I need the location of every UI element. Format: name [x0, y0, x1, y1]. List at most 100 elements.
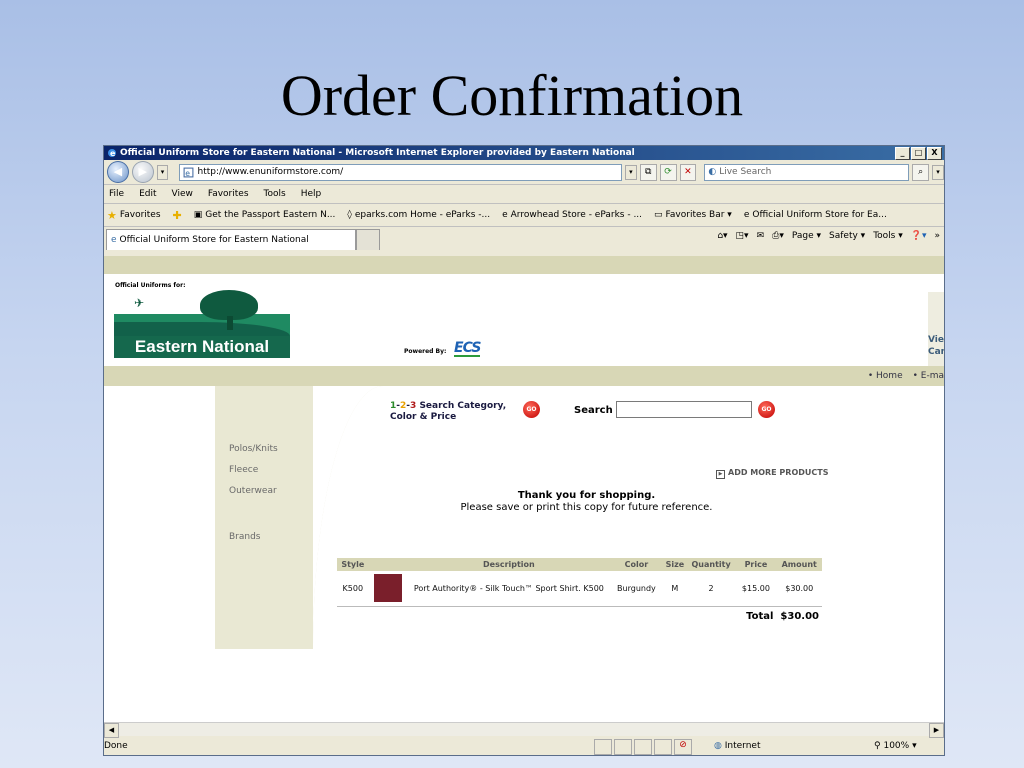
address-text: http://www.enuniformstore.com/	[197, 167, 344, 177]
ie-icon: e	[108, 149, 116, 158]
scroll-right-icon[interactable]: ▶	[929, 723, 944, 738]
favorite-label: Get the Passport Eastern N...	[205, 210, 336, 220]
svg-text:e: e	[110, 149, 116, 158]
new-tab-button[interactable]	[356, 228, 380, 250]
read-mail-icon[interactable]: ✉	[757, 231, 765, 241]
menu-bar: File Edit View Favorites Tools Help	[104, 185, 944, 204]
ecs-logo[interactable]: ECS	[454, 341, 481, 357]
right-edge-links[interactable]: Vie Car	[928, 334, 944, 358]
tab-uniform-store[interactable]: e Official Uniform Store for Eastern Nat…	[106, 228, 356, 250]
steps-line2: Color & Price	[390, 412, 457, 422]
add-favorite-icon: ✚	[172, 208, 182, 222]
cell-quantity: 2	[708, 583, 714, 593]
folder-icon: ▭	[654, 210, 663, 220]
order-total: Total $30.00	[746, 611, 819, 622]
privacy-icon[interactable]: ⊘	[674, 739, 692, 755]
logo-trunk	[227, 316, 233, 330]
compatibility-icon[interactable]: ⧉	[639, 163, 657, 181]
cell-price: $15.00	[741, 583, 770, 593]
favorite-item-uniform-store[interactable]: e Official Uniform Store for Ea...	[744, 210, 887, 220]
page-icon: e	[184, 167, 194, 177]
security-zone[interactable]: ◍ Internet	[714, 741, 760, 751]
chevron-more-icon[interactable]: »	[934, 231, 940, 241]
page-menu[interactable]: Page ▾	[792, 231, 821, 241]
menu-file[interactable]: File	[109, 189, 124, 199]
back-button[interactable]: ◀	[107, 161, 129, 183]
cart-link-partial[interactable]: Car	[928, 346, 944, 358]
favorite-item-passport[interactable]: ▣ Get the Passport Eastern N...	[194, 210, 336, 220]
search-icon[interactable]: ⌕	[912, 163, 930, 181]
order-table: Style Description Color Size Quantity Pr…	[337, 558, 822, 605]
email-link[interactable]: • E-ma	[913, 371, 944, 381]
forward-button[interactable]: ▶	[131, 161, 154, 183]
menu-tools[interactable]: Tools	[264, 189, 286, 199]
menu-favorites[interactable]: Favorites	[208, 189, 249, 199]
sidebar-item-fleece[interactable]: Fleece	[229, 465, 258, 475]
feeds-icon[interactable]: ◳▾	[736, 231, 749, 241]
menu-edit[interactable]: Edit	[139, 189, 156, 199]
favorites-button[interactable]: ★ Favorites	[107, 209, 161, 222]
search-options-dropdown[interactable]: ▾	[932, 164, 944, 180]
stop-icon[interactable]: ✕	[679, 163, 697, 181]
category-go-button[interactable]: GO	[523, 401, 540, 418]
favorite-label: eparks.com Home - eParks -...	[354, 210, 491, 220]
menu-view[interactable]: View	[172, 189, 193, 199]
search-go-button[interactable]: GO	[758, 401, 775, 418]
total-label: Total	[746, 611, 774, 622]
cell-swatch	[369, 571, 408, 605]
sidebar-item-outerwear[interactable]: Outerwear	[229, 486, 277, 496]
search-placeholder: Live Search	[719, 167, 772, 177]
home-icon[interactable]: ⌂▾	[717, 231, 727, 241]
logo-text: Eastern National	[114, 336, 290, 358]
zoom-icon: ⚲	[874, 741, 881, 751]
step-2: 2	[400, 401, 407, 411]
safety-menu[interactable]: Safety ▾	[829, 231, 865, 241]
nav-strip: • Home • E-ma	[104, 366, 944, 386]
slide-title: Order Confirmation	[280, 63, 744, 128]
cell-description: Port Authority® - Silk Touch™ Sport Shir…	[413, 583, 604, 593]
close-button[interactable]: X	[927, 147, 942, 160]
total-row: Total $30.00	[337, 606, 822, 622]
sidebar-item-polos[interactable]: Polos/Knits	[229, 444, 278, 454]
total-value: $30.00	[780, 611, 819, 622]
maximize-button[interactable]: □	[911, 147, 926, 160]
minimize-button[interactable]: _	[895, 147, 910, 160]
add-more-products-link[interactable]: ▶ ADD MORE PRODUCTS	[716, 468, 828, 479]
zoom-level[interactable]: ⚲ 100% ▾	[874, 741, 917, 751]
favorite-item-favorites-bar[interactable]: ▭ Favorites Bar ▾	[654, 210, 732, 220]
search-field[interactable]: ◐ Live Search	[704, 163, 910, 181]
menu-help[interactable]: Help	[301, 189, 322, 199]
add-favorite-button[interactable]: ✚	[173, 209, 182, 222]
title-bar[interactable]: e Official Uniform Store for Eastern Nat…	[104, 146, 944, 160]
favorite-item-eparks[interactable]: ◊ eparks.com Home - eParks -...	[347, 210, 490, 220]
view-cart-link-partial[interactable]: Vie	[928, 334, 944, 346]
col-description: Description	[407, 558, 610, 571]
site-search-input[interactable]	[616, 401, 752, 418]
arrow-right-icon: ▶	[716, 470, 725, 479]
window-title: Official Uniform Store for Eastern Natio…	[120, 148, 635, 158]
refresh-icon[interactable]: ⟳	[659, 163, 677, 181]
steps-line1: Search Category,	[419, 401, 507, 411]
help-icon[interactable]: ❓▾	[911, 231, 927, 241]
eastern-national-logo[interactable]: ✈ Eastern National	[114, 290, 290, 358]
header-small-text: Official Uniforms for:	[115, 282, 186, 289]
tools-menu[interactable]: Tools ▾	[873, 231, 903, 241]
zoom-label: 100%	[883, 741, 910, 751]
favorite-item-arrowhead[interactable]: e Arrowhead Store - eParks - ...	[502, 210, 642, 220]
cell-amount: $30.00	[785, 583, 814, 593]
scroll-left-icon[interactable]: ◀	[104, 723, 119, 738]
status-cell	[634, 739, 652, 755]
site-header: Official Uniforms for: ✈ Eastern Nationa…	[104, 274, 944, 384]
favorite-label: Favorites Bar ▾	[665, 210, 732, 220]
history-dropdown[interactable]: ▾	[156, 164, 169, 180]
print-icon[interactable]: ⎙▾	[772, 231, 784, 241]
address-field[interactable]: e http://www.enuniformstore.com/	[179, 163, 622, 181]
tab-label: Official Uniform Store for Eastern Natio…	[119, 234, 309, 245]
feed-icon: ◊	[347, 210, 352, 220]
product-swatch-image[interactable]	[374, 574, 403, 602]
home-link[interactable]: • Home	[868, 371, 903, 381]
horizontal-scrollbar[interactable]: ◀ ▶	[104, 722, 944, 738]
step-1: 1	[390, 401, 397, 411]
address-dropdown[interactable]: ▾	[624, 164, 637, 180]
sidebar-item-brands[interactable]: Brands	[229, 532, 261, 542]
